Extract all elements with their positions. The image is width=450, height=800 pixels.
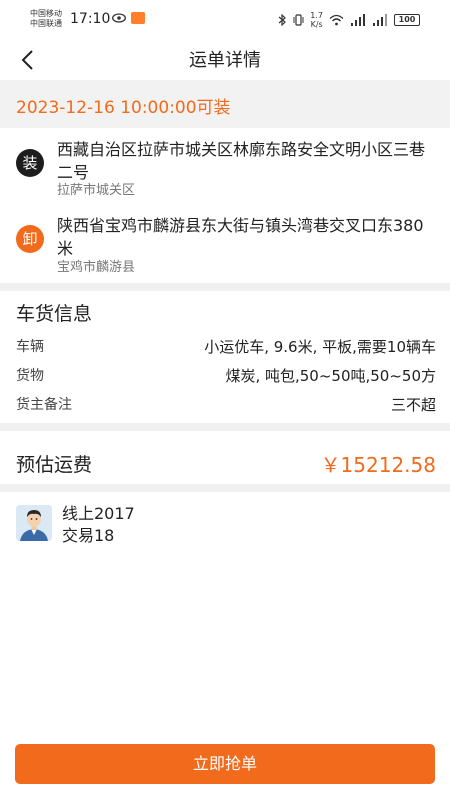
section-divider [0,283,450,291]
grab-order-button[interactable]: 立即抢单 [15,744,435,784]
estimated-freight-value: ￥15212.58 [320,453,436,477]
app-notification-icon [131,12,145,24]
goods-label: 货物 [16,368,44,384]
eye-icon [112,13,126,23]
loading-district: 拉萨市城关区 [57,183,136,198]
goods-value: 煤炭, 吨包,50~50吨,50~50方 [225,367,436,385]
carrier-names: 中国移动 中国联通 [30,9,62,29]
status-right-icons: 1.7 K/s 100 [278,11,420,29]
user-avatar-icon [16,505,52,541]
carrier-2: 中国联通 [30,19,62,28]
shipper-remark-label: 货主备注 [16,397,72,413]
net-speed-unit: K/s [310,20,323,29]
load-badge: 装 [16,149,44,177]
battery-indicator: 100 [394,14,420,26]
nav-bar: 运单详情 [0,40,450,80]
net-speed-value: 1.7 [310,11,323,20]
section-divider [0,484,450,492]
unloading-address: 陕西省宝鸡市麟游县东大街与镇头湾巷交叉口东380米 [57,216,424,258]
net-speed: 1.7 K/s [310,11,323,29]
load-time-banner: 2023-12-16 10:00:00可装 [0,80,450,128]
bluetooth-icon [278,14,287,26]
load-time-text: 2023-12-16 10:00:00可装 [16,98,231,118]
status-bar: 中国移动 中国联通 17:10 1.7 K/s 100 [0,0,450,40]
vehicle-value: 小运优车, 9.6米, 平板,需要10辆车 [204,338,436,356]
vehicle-label: 车辆 [16,339,44,355]
signal-icon-2 [373,14,387,26]
unloading-district: 宝鸡市麟游县 [57,260,136,275]
shipper-online-years: 线上2017 [62,504,135,523]
section-divider [0,423,450,431]
loading-address: 西藏自治区拉萨市城关区林廓东路安全文明小区三巷二号 [57,140,426,182]
shipper-avatar [16,505,52,541]
unload-badge: 卸 [16,225,44,253]
carrier-1: 中国移动 [30,9,62,18]
wifi-icon [329,14,344,26]
shipper-trade-count: 交易18 [62,526,115,545]
status-time: 17:10 [70,11,111,27]
page-title: 运单详情 [189,50,261,71]
signal-icon-1 [351,14,365,26]
cargo-info-title: 车货信息 [16,303,93,325]
estimated-freight-label: 预估运费 [16,454,93,476]
shipper-remark-value: 三不超 [390,396,436,414]
vibrate-icon [293,14,304,26]
